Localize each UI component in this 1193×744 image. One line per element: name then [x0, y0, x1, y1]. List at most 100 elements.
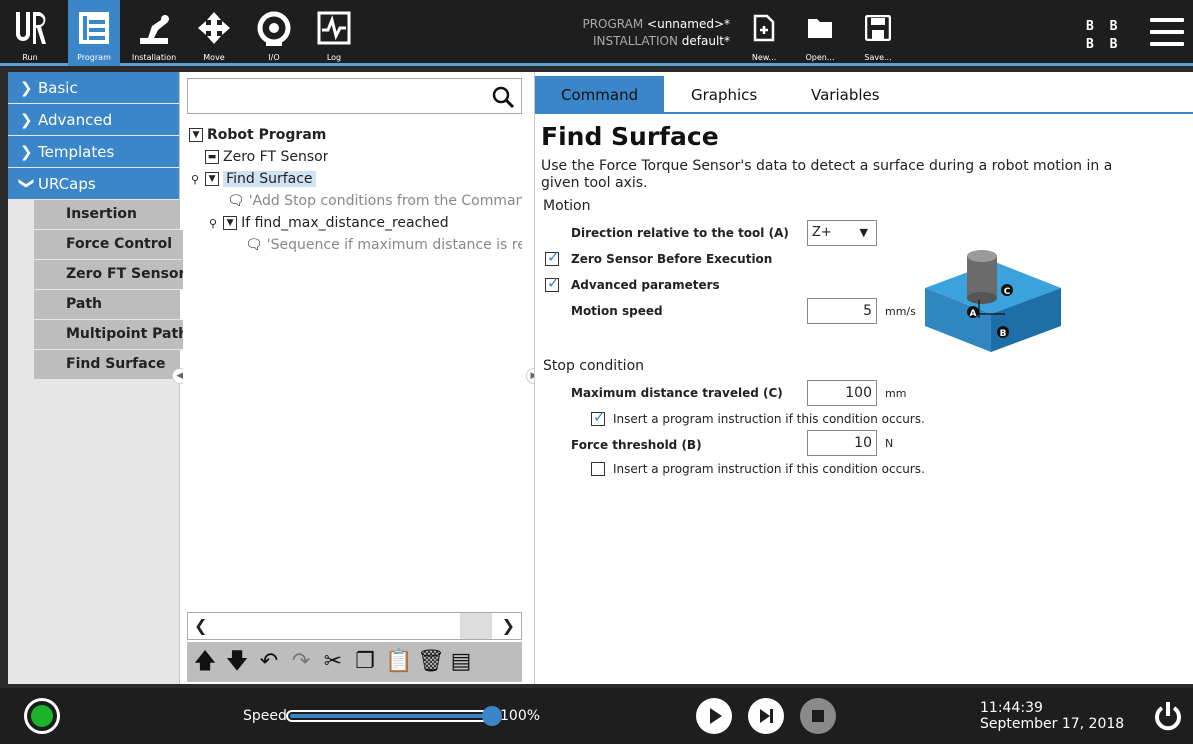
save-button-label: Save... [864, 53, 892, 62]
direction-label: Direction relative to the tool (A) [571, 226, 789, 240]
force-threshold-unit: N [885, 437, 894, 450]
open-button[interactable]: Open... [796, 0, 844, 66]
force-threshold-label: Force threshold (B) [571, 438, 702, 452]
speed-slider[interactable] [286, 706, 502, 726]
program-label: PROGRAM [582, 17, 644, 31]
tab-io-label: I/O [268, 53, 280, 62]
tab-installation[interactable]: Installation [124, 0, 184, 66]
direction-value: Z+ [812, 225, 832, 240]
speed-slider-knob[interactable] [482, 706, 502, 726]
scroll-right-icon[interactable]: ❯ [502, 616, 515, 635]
pin-icon: ⚲ [191, 173, 200, 186]
pin-icon: ⚲ [209, 217, 218, 230]
tree-node-comment[interactable]: 🗨'Sequence if maximum distance is reache… [245, 234, 522, 256]
stop-button[interactable] [800, 698, 836, 734]
expand-toggle-icon[interactable]: ▼ [205, 172, 220, 186]
motion-speed-input[interactable]: 5 [807, 298, 877, 324]
force-threshold-input[interactable]: 10 [807, 430, 877, 456]
tree-node-label: 'Sequence if maximum distance is reached [266, 237, 522, 253]
category-basic-label: Basic [38, 79, 78, 97]
motion-heading: Motion [543, 198, 591, 214]
paste-icon[interactable]: 📋 [385, 650, 412, 674]
tab-variables[interactable]: Variables [785, 76, 906, 114]
speech-bubble-icon: 🗨 [245, 237, 263, 253]
tree-node-label: Find Surface [223, 171, 316, 187]
move-icon [186, 8, 242, 48]
urcap-item-zero-ft-sensor[interactable]: Zero FT Sensor [34, 260, 192, 290]
search-input[interactable] [187, 78, 522, 114]
category-basic[interactable]: ❯ Basic [8, 72, 179, 104]
robot-power-status-button[interactable] [24, 698, 60, 734]
tab-run[interactable]: Run [8, 0, 52, 66]
delete-icon[interactable]: 🗑 [417, 650, 445, 674]
installation-icon [124, 8, 184, 48]
category-advanced[interactable]: ❯ Advanced [8, 104, 179, 136]
new-button[interactable]: New... [740, 0, 788, 66]
folder-icon [796, 8, 844, 48]
category-templates-label: Templates [38, 143, 115, 161]
surface-diagram: A B C [925, 250, 1061, 352]
top-bar: Run Program Installation Move I/O Log PR… [0, 0, 1193, 66]
move-up-icon[interactable]: 🡅 [193, 650, 217, 674]
tree-root-label: Robot Program [207, 127, 327, 143]
redo-icon[interactable]: ↷ [289, 650, 313, 674]
new-file-icon [740, 8, 788, 48]
power-off-button[interactable] [1152, 700, 1184, 732]
main-area: ❯ Basic ❯ Advanced ❯ Templates ❯ URCaps Inse… [8, 72, 1193, 684]
tree-node-find-surface[interactable]: ⚲ ▼ Find Surface [191, 168, 316, 190]
tab-installation-label: Installation [131, 53, 177, 62]
save-button[interactable]: Save... [854, 0, 902, 66]
speed-label: Speed [243, 708, 287, 724]
urcap-item-force-control[interactable]: Force Control [34, 230, 192, 260]
force-insert-checkbox[interactable] [591, 462, 605, 476]
tab-program[interactable]: Program [68, 0, 120, 66]
urcap-item-find-surface[interactable]: Find Surface [34, 350, 180, 380]
undo-icon[interactable]: ↶ [257, 650, 281, 674]
play-button[interactable] [696, 698, 732, 734]
suppress-icon[interactable]: ▤ [449, 650, 473, 674]
hamburger-menu-icon[interactable] [1150, 18, 1184, 46]
category-urcaps[interactable]: ❯ URCaps [8, 168, 179, 200]
save-icon [854, 8, 902, 48]
max-distance-insert-checkbox[interactable] [591, 408, 606, 426]
tree-node-zero-ft-sensor[interactable]: ▬ Zero FT Sensor [205, 146, 328, 168]
node-marker-icon: ▬ [205, 150, 219, 164]
max-distance-input[interactable]: 100 [807, 380, 877, 406]
horizontal-scrollbar[interactable]: ❮ ❯ [187, 612, 522, 640]
tab-move-label: Move [203, 53, 225, 62]
step-button[interactable] [748, 698, 784, 734]
tab-command[interactable]: Command [535, 76, 665, 114]
tree-node-if[interactable]: ⚲ ▼ If find_max_distance_reached [209, 212, 449, 234]
expand-toggle-icon[interactable]: ▼ [189, 128, 203, 142]
scroll-left-icon[interactable]: ❮ [194, 616, 207, 635]
zero-sensor-checkbox[interactable] [545, 248, 560, 266]
max-distance-label: Maximum distance traveled (C) [571, 386, 783, 400]
tab-io[interactable]: I/O [246, 0, 302, 66]
tab-move[interactable]: Move [186, 0, 242, 66]
move-down-icon[interactable]: 🡇 [225, 650, 249, 674]
tree-node-comment[interactable]: 🗨'Add Stop conditions from the Command t… [227, 190, 522, 212]
copy-icon[interactable]: ❐ [353, 650, 377, 674]
search-icon [492, 86, 515, 109]
tab-graphics[interactable]: Graphics [665, 76, 783, 114]
page-title: Find Surface [541, 122, 719, 151]
command-panel: Command Graphics Variables Find Surface … [534, 72, 1193, 684]
scroll-thumb[interactable] [460, 613, 492, 639]
expand-toggle-icon[interactable]: ▼ [223, 216, 238, 230]
tab-log[interactable]: Log [306, 0, 362, 66]
category-templates[interactable]: ❯ Templates [8, 136, 179, 168]
max-distance-unit: mm [885, 387, 907, 400]
tab-program-label: Program [77, 53, 111, 62]
direction-dropdown[interactable]: Z+ ▼ [807, 220, 877, 246]
advanced-parameters-label: Advanced parameters [571, 278, 720, 292]
svg-text:C: C [1004, 287, 1011, 297]
urcap-item-path[interactable]: Path [34, 290, 180, 320]
io-icon [246, 8, 302, 48]
advanced-parameters-checkbox[interactable] [545, 274, 560, 292]
urcap-item-multipoint-path[interactable]: Multipoint Path [34, 320, 192, 350]
chevron-right-icon: ❯ [20, 143, 33, 161]
status-row-2: B B [1086, 37, 1122, 52]
urcap-item-insertion[interactable]: Insertion [34, 200, 180, 230]
cut-icon[interactable]: ✂ [321, 650, 345, 674]
tree-root[interactable]: ▼ Robot Program [189, 124, 326, 146]
